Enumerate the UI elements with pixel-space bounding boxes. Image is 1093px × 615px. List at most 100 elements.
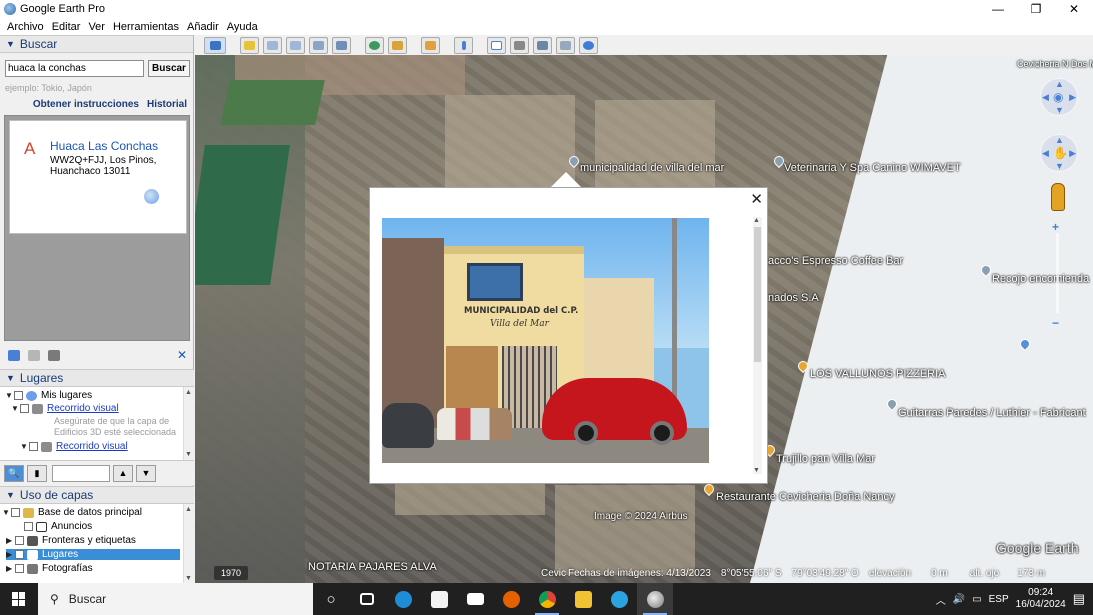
scroll-up-icon[interactable]: ▲ xyxy=(753,217,760,224)
get-directions-link[interactable]: Obtener instrucciones xyxy=(33,99,139,110)
arrow-down-icon[interactable]: ▼ xyxy=(1055,105,1064,115)
layer-fotografias[interactable]: ▶ Fotografías xyxy=(6,563,93,574)
zoom-out-icon[interactable]: − xyxy=(1052,316,1059,330)
panel-toggle-button[interactable]: ▮ xyxy=(27,464,47,482)
zoom-in-icon[interactable]: + xyxy=(1052,220,1059,234)
zoom-slider[interactable] xyxy=(1056,233,1059,313)
places-filter-input[interactable] xyxy=(52,464,110,482)
sunlight-button[interactable] xyxy=(388,36,407,54)
balloon-scrollbar[interactable]: ▲ ▼ xyxy=(753,217,762,474)
task-view-button[interactable] xyxy=(349,583,385,615)
earth-gallery-button[interactable] xyxy=(579,36,598,54)
search-places-button[interactable]: 🔍 xyxy=(4,464,24,482)
result-name-link[interactable]: Huaca Las Conchas xyxy=(50,139,158,153)
search-button[interactable]: Buscar xyxy=(148,60,190,77)
expand-icon[interactable]: ▶ xyxy=(6,536,15,545)
history-link[interactable]: Historial xyxy=(147,99,187,110)
look-around-control[interactable]: ▲ ◀ ▶ ▼ ◉ xyxy=(1040,78,1078,116)
save-image-button[interactable] xyxy=(533,36,552,54)
mail-app[interactable] xyxy=(457,583,493,615)
start-button[interactable] xyxy=(0,583,38,615)
map-label-nados[interactable]: nados S.A xyxy=(768,292,819,304)
layers-section-header[interactable]: ▼ Uso de capas xyxy=(0,486,194,504)
print-button[interactable] xyxy=(510,36,529,54)
cortana-button[interactable]: ○ xyxy=(313,583,349,615)
layer-fronteras[interactable]: ▶ Fronteras y etiquetas xyxy=(6,535,136,546)
scroll-down-icon[interactable]: ▼ xyxy=(185,451,192,458)
menu-anadir[interactable]: Añadir xyxy=(183,21,223,33)
expand-icon[interactable]: ▼ xyxy=(5,391,14,400)
add-overlay-button[interactable] xyxy=(309,36,328,54)
search-result-item[interactable]: A Huaca Las Conchas WW2Q+FJJ, Los Pinos,… xyxy=(9,120,187,234)
tree-item-mis-lugares[interactable]: ▼ Mis lugares xyxy=(5,390,92,401)
arrow-down-icon[interactable]: ▼ xyxy=(1055,161,1064,171)
historical-imagery-button[interactable] xyxy=(365,36,384,54)
map-label-restaurante[interactable]: Restaurante Cevicheria Doña Nancy xyxy=(716,491,895,503)
ruler-button[interactable] xyxy=(454,36,473,54)
taskbar-search-box[interactable]: ⚲ Buscar xyxy=(38,583,313,615)
expand-icon[interactable]: ▼ xyxy=(11,404,20,413)
map-label-cevicheria[interactable]: Cevicheria N Dos Mar xyxy=(1017,59,1093,69)
street-view-pegman-icon[interactable] xyxy=(1051,183,1065,211)
search-input[interactable] xyxy=(5,60,144,77)
tree-item-recorrido[interactable]: ▼ Recorrido visual xyxy=(11,403,119,414)
menu-herramientas[interactable]: Herramientas xyxy=(109,21,183,33)
scroll-down-icon[interactable]: ▼ xyxy=(185,575,192,582)
restore-button[interactable]: ❐ xyxy=(1017,0,1055,18)
maps-button[interactable] xyxy=(556,36,575,54)
firefox-app[interactable] xyxy=(493,583,529,615)
close-balloon-icon[interactable]: ✕ xyxy=(750,190,763,208)
places-scrollbar[interactable]: ▲ ▼ xyxy=(183,387,194,460)
map-label-vallunos[interactable]: LOS VALLUNOS PIZZERIA xyxy=(810,368,946,380)
checkbox[interactable] xyxy=(15,536,24,545)
layer-base-datos[interactable]: ▼ Base de datos principal xyxy=(2,507,142,518)
checkbox[interactable] xyxy=(15,564,24,573)
search-section-header[interactable]: ▼ Buscar xyxy=(0,35,193,53)
arrow-up-icon[interactable]: ▲ xyxy=(1055,79,1064,89)
copy-icon[interactable] xyxy=(28,349,40,361)
folder-icon[interactable] xyxy=(8,349,20,361)
minimize-button[interactable]: — xyxy=(979,0,1017,18)
telegram-app[interactable] xyxy=(601,583,637,615)
record-tour-button[interactable] xyxy=(332,36,351,54)
volume-icon[interactable]: 🔊 xyxy=(953,594,965,605)
move-down-button[interactable]: ▼ xyxy=(136,464,156,482)
checkbox[interactable] xyxy=(11,508,20,517)
map-label-trujillo[interactable]: Trujillo pan Villa Mar xyxy=(776,453,875,465)
menu-editar[interactable]: Editar xyxy=(48,21,85,33)
checkbox[interactable] xyxy=(29,442,38,451)
file-explorer-app[interactable] xyxy=(565,583,601,615)
expand-icon[interactable]: ▶ xyxy=(6,550,15,559)
tree-item-recorrido-2[interactable]: ▼ Recorrido visual xyxy=(20,441,128,452)
checkbox[interactable] xyxy=(14,391,23,400)
layers-scrollbar[interactable]: ▲ ▼ xyxy=(183,504,194,584)
move-control[interactable]: ▲ ◀ ▶ ▼ ✋ xyxy=(1040,134,1078,172)
store-app[interactable] xyxy=(421,583,457,615)
checkbox[interactable] xyxy=(24,522,33,531)
language-indicator[interactable]: ESP xyxy=(989,594,1009,605)
network-icon[interactable]: ▭ xyxy=(972,594,981,605)
menu-archivo[interactable]: Archivo xyxy=(0,21,48,33)
email-button[interactable] xyxy=(487,36,506,54)
arrow-right-icon[interactable]: ▶ xyxy=(1069,148,1076,159)
add-path-button[interactable] xyxy=(286,36,305,54)
place-photo[interactable]: MUNICIPALIDAD del C.P. Villa del Mar xyxy=(382,218,709,463)
checkbox[interactable] xyxy=(20,404,29,413)
scroll-up-icon[interactable]: ▲ xyxy=(185,389,192,396)
map-label-veterinaria[interactable]: Veterinaria Y Spa Canino WIMAVET xyxy=(784,162,961,174)
print-icon[interactable] xyxy=(48,349,60,361)
places-section-header[interactable]: ▼ Lugares xyxy=(0,369,194,387)
clock[interactable]: 09:24 16/04/2024 xyxy=(1016,587,1066,611)
sidebar-toggle-button[interactable] xyxy=(204,36,226,54)
layer-anuncios[interactable]: Anuncios xyxy=(15,521,92,532)
layer-lugares[interactable]: ▶ Lugares xyxy=(6,549,180,560)
menu-ver[interactable]: Ver xyxy=(84,21,109,33)
chevron-up-icon[interactable]: ︿ xyxy=(936,592,946,607)
arrow-up-icon[interactable]: ▲ xyxy=(1055,135,1064,145)
close-window-button[interactable]: ✕ xyxy=(1055,0,1093,18)
arrow-right-icon[interactable]: ▶ xyxy=(1069,92,1076,103)
map-label-recojo[interactable]: Recojo encomienda xyxy=(992,273,1089,285)
expand-icon[interactable]: ▶ xyxy=(6,564,15,573)
map-label-espresso[interactable]: acco's Espresso Coffee Bar xyxy=(768,255,903,267)
menu-ayuda[interactable]: Ayuda xyxy=(223,21,262,33)
